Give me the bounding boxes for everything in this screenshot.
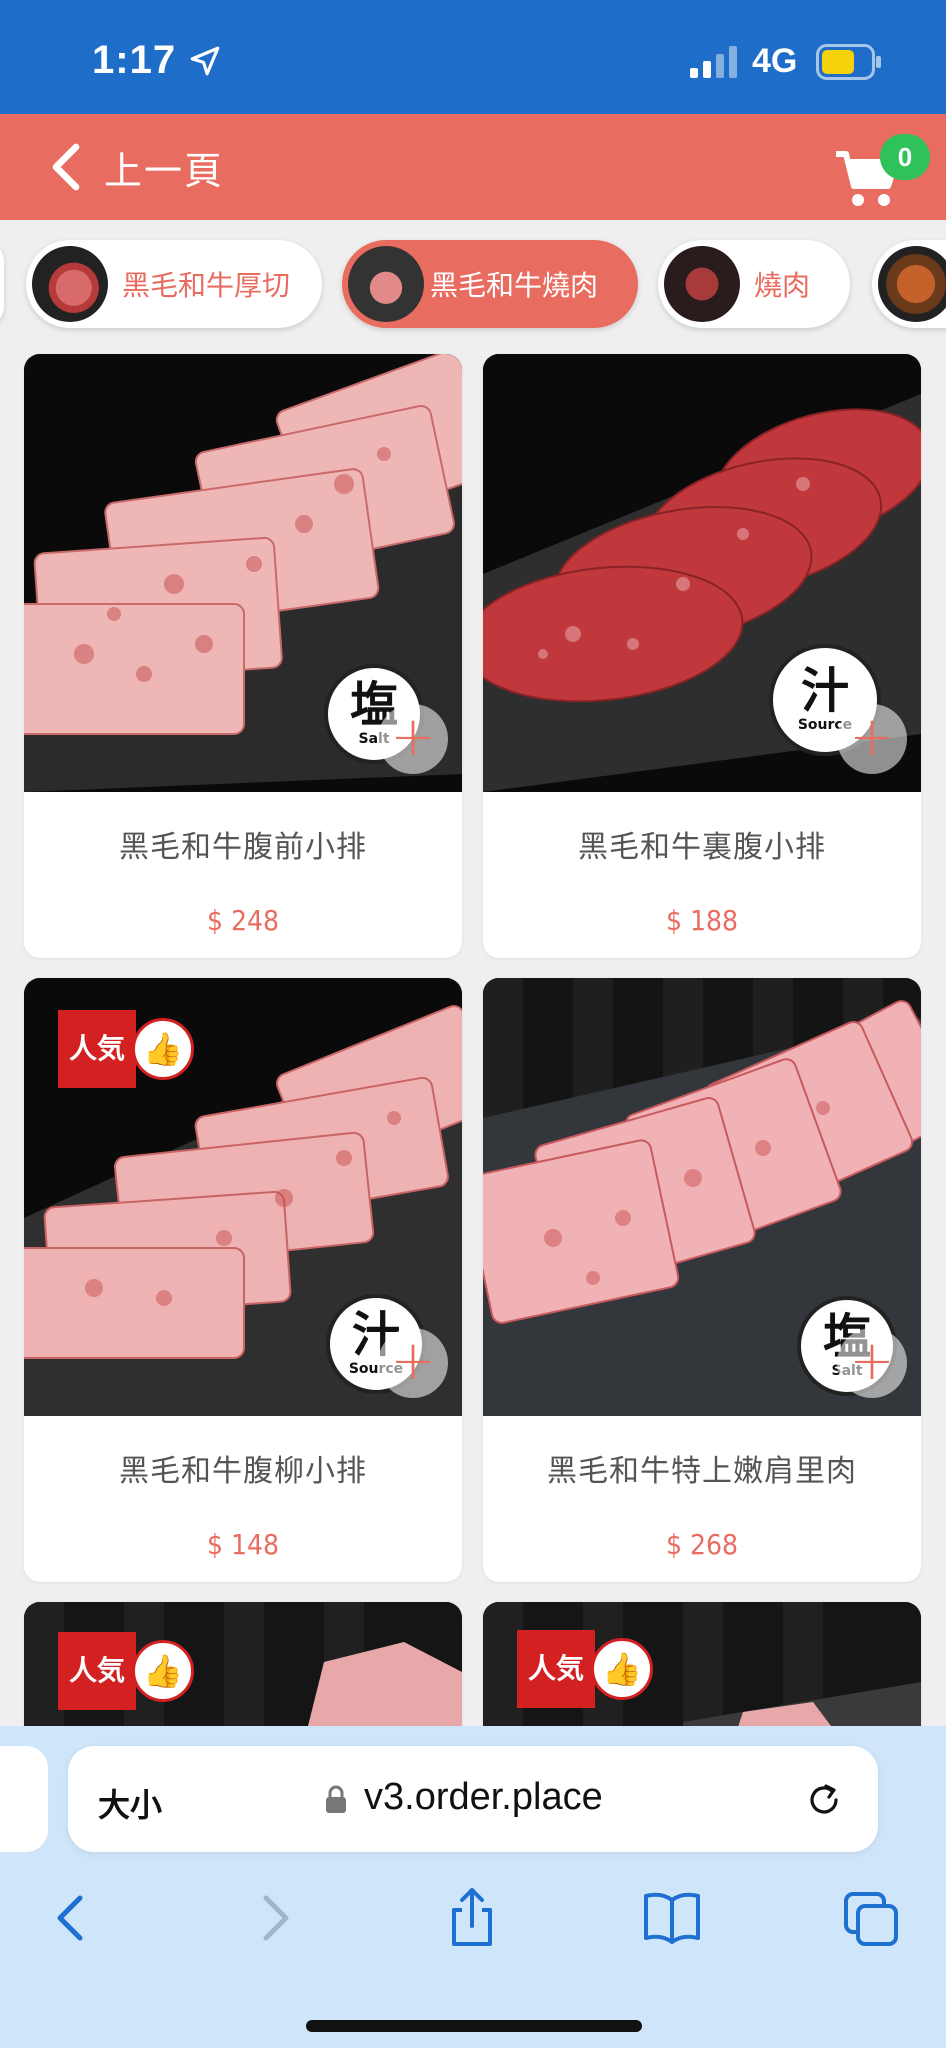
- back-button[interactable]: 上一頁: [46, 136, 224, 198]
- add-to-cart-button[interactable]: +: [837, 1328, 907, 1398]
- category-chip-edge[interactable]: [0, 240, 4, 328]
- add-to-cart-button[interactable]: +: [837, 704, 907, 774]
- product-price: $ 248: [206, 904, 280, 937]
- share-icon[interactable]: [442, 1886, 502, 1950]
- plus-icon: +: [849, 705, 895, 768]
- category-thumbnail: [32, 246, 108, 322]
- text-size-button[interactable]: 大小: [98, 1780, 162, 1826]
- previous-tab-edge[interactable]: [0, 1746, 48, 1852]
- product-name: 黑毛和牛裏腹小排: [578, 830, 826, 865]
- home-indicator: [306, 2020, 642, 2032]
- popular-label: 人気: [517, 1630, 595, 1708]
- category-thumbnail: [878, 246, 946, 322]
- cart-button[interactable]: 0: [834, 134, 930, 214]
- signal-icon: [690, 46, 737, 78]
- category-label: 黑毛和牛燒肉: [430, 269, 599, 302]
- product-card[interactable]: 人気 👍: [24, 1602, 462, 1742]
- product-photo: 汁 Source +: [483, 354, 921, 792]
- bookmarks-icon[interactable]: [642, 1886, 702, 1950]
- category-thumbnail: [664, 246, 740, 322]
- product-name: 黑毛和牛特上嫩肩里肉: [547, 1454, 857, 1489]
- plus-icon: +: [849, 1329, 895, 1392]
- popular-label: 人気: [58, 1632, 136, 1710]
- address-bar[interactable]: 大小 v3.order.place: [68, 1746, 878, 1852]
- url-text[interactable]: v3.order.place: [364, 1776, 603, 1819]
- app-header: 上一頁 0: [0, 114, 946, 220]
- tabs-icon[interactable]: [842, 1886, 902, 1950]
- back-arrow-icon[interactable]: [42, 1886, 102, 1950]
- product-photo: 人気 👍 汁 Source +: [24, 978, 462, 1416]
- popular-badge: 人気 👍: [58, 1010, 194, 1088]
- back-label: 上一頁: [104, 148, 225, 193]
- category-label: 燒肉: [754, 269, 811, 302]
- popular-badge: 人気 👍: [517, 1630, 653, 1708]
- category-chip-active[interactable]: 黑毛和牛燒肉: [342, 240, 638, 328]
- product-name: 黑毛和牛腹柳小排: [119, 1454, 367, 1489]
- battery-icon: [816, 44, 881, 80]
- product-card[interactable]: 人気 👍 汁 Source + 黑毛和牛腹柳小排 $ 148: [24, 978, 462, 1582]
- location-arrow-icon: [190, 46, 220, 76]
- popular-badge: 人気 👍: [58, 1632, 194, 1710]
- network-type: 4G: [752, 42, 798, 80]
- status-bar: 1:17 4G: [0, 0, 946, 114]
- reload-icon[interactable]: [804, 1780, 844, 1820]
- popular-label: 人気: [58, 1010, 136, 1088]
- add-to-cart-button[interactable]: +: [378, 704, 448, 774]
- product-photo: 人気 👍: [24, 1602, 462, 1742]
- thumbs-up-icon: 👍: [132, 1640, 194, 1702]
- thumbs-up-icon: 👍: [132, 1018, 194, 1080]
- product-card[interactable]: 汁 Source + 黑毛和牛裏腹小排 $ 188: [483, 354, 921, 958]
- product-photo: 塩 Salt +: [483, 978, 921, 1416]
- cart-count-badge: 0: [880, 134, 930, 180]
- category-chip[interactable]: 黑毛和牛厚切: [26, 240, 322, 328]
- product-name: 黑毛和牛腹前小排: [119, 830, 367, 865]
- forward-arrow-icon[interactable]: [244, 1886, 304, 1950]
- browser-toolbar: 大小 v3.order.place: [0, 1726, 946, 2048]
- status-time: 1:17: [92, 38, 177, 82]
- plus-icon: +: [390, 1329, 436, 1392]
- product-price: $ 148: [206, 1528, 280, 1561]
- product-card[interactable]: 人気 👍: [483, 1602, 921, 1742]
- category-tabs: 黑毛和牛厚切 黑毛和牛燒肉 燒肉: [0, 220, 946, 348]
- product-card[interactable]: 塩 Salt + 黑毛和牛特上嫩肩里肉 $ 268: [483, 978, 921, 1582]
- category-chip[interactable]: 燒肉: [658, 240, 850, 328]
- product-photo: 人気 👍: [483, 1602, 921, 1742]
- lock-icon: [326, 1785, 346, 1813]
- add-to-cart-button[interactable]: +: [378, 1328, 448, 1398]
- product-card[interactable]: 塩 Salt + 黑毛和牛腹前小排 $ 248: [24, 354, 462, 958]
- product-photo: 塩 Salt +: [24, 354, 462, 792]
- product-price: $ 188: [665, 904, 739, 937]
- thumbs-up-icon: 👍: [591, 1638, 653, 1700]
- category-label: 黑毛和牛厚切: [122, 269, 291, 302]
- product-price: $ 268: [665, 1528, 739, 1561]
- category-chip[interactable]: [872, 240, 946, 328]
- plus-icon: +: [390, 705, 436, 768]
- chevron-left-icon: [52, 143, 80, 191]
- category-thumbnail: [348, 246, 424, 322]
